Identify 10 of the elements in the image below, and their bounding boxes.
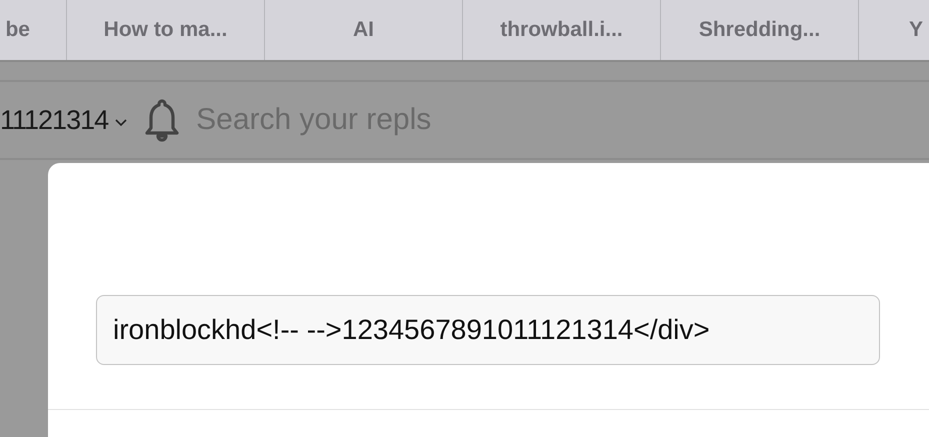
browser-tab[interactable]: throwball.i... — [463, 0, 661, 60]
browser-tab[interactable]: AI — [265, 0, 463, 60]
browser-tab[interactable]: Y — [859, 0, 929, 60]
chevron-down-icon[interactable] — [114, 118, 128, 126]
browser-tab[interactable]: How to ma... — [67, 0, 265, 60]
input-field[interactable]: ironblockhd<!-- -->1234567891011121314</div> — [96, 295, 880, 365]
browser-tab[interactable]: be — [0, 0, 67, 60]
browser-tab[interactable]: Shredding... — [661, 0, 859, 60]
account-name[interactable]: 11121314 — [0, 104, 108, 136]
bell-icon[interactable] — [144, 98, 180, 142]
